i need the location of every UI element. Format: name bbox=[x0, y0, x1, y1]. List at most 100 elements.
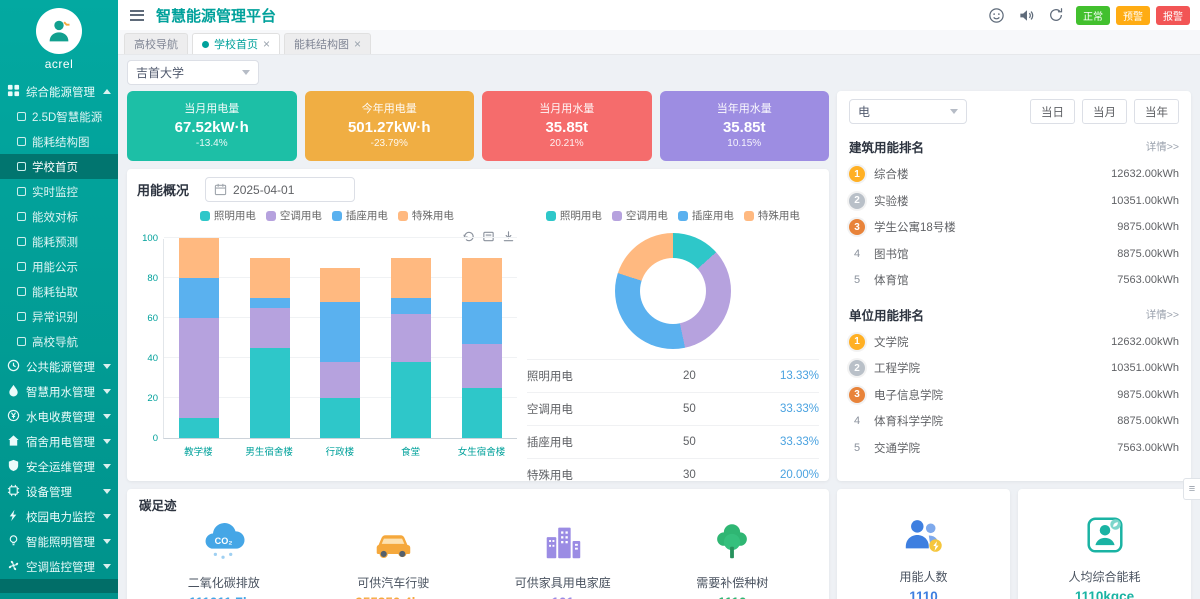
sidebar-item[interactable]: 用能公示 bbox=[0, 254, 118, 279]
rank-number: 4 bbox=[849, 415, 865, 427]
stacked-bar[interactable] bbox=[179, 238, 219, 438]
bar-segment bbox=[320, 268, 360, 302]
legend-item[interactable]: 插座用电 bbox=[678, 208, 734, 223]
sidebar-group-8[interactable]: 智能照明管理 bbox=[0, 529, 118, 554]
x-axis-labels: 教学楼男生宿舍楼行政楼食堂女生宿舍楼 bbox=[163, 439, 517, 458]
period-button[interactable]: 当月 bbox=[1082, 99, 1127, 124]
rank-row: 5体育馆7563.00kWh bbox=[849, 267, 1179, 294]
bar-segment bbox=[462, 344, 502, 388]
sidebar-item[interactable]: 能效对标 bbox=[0, 204, 118, 229]
breakdown-value: 20 bbox=[683, 370, 757, 382]
bar-segment bbox=[179, 238, 219, 278]
sidebar-group-7[interactable]: 校园电力监控 bbox=[0, 504, 118, 529]
stacked-bar[interactable] bbox=[320, 268, 360, 438]
rank-value: 12632.00kWh bbox=[1111, 168, 1179, 180]
sidebar-item[interactable]: 能耗预测 bbox=[0, 229, 118, 254]
status-pill[interactable]: 正常 bbox=[1076, 6, 1110, 25]
tab[interactable]: 能耗结构图× bbox=[284, 33, 371, 54]
shield-icon bbox=[7, 459, 20, 475]
energy-type-value: 电 bbox=[858, 103, 870, 120]
sidebar-more-item[interactable] bbox=[0, 579, 118, 593]
stacked-bar[interactable] bbox=[391, 258, 431, 438]
school-select[interactable]: 吉首大学 bbox=[127, 60, 259, 85]
school-select-value: 吉首大学 bbox=[136, 64, 184, 81]
donut-chart bbox=[615, 233, 731, 349]
svg-text:CO₂: CO₂ bbox=[214, 536, 232, 546]
sidebar-group-4[interactable]: 宿舍用电管理 bbox=[0, 429, 118, 454]
sidebar-item[interactable]: 学校首页 bbox=[0, 154, 118, 179]
sidebar-item[interactable]: 异常识别 bbox=[0, 304, 118, 329]
calendar-icon bbox=[214, 183, 227, 196]
per-capita-energy-card: 人均综合能耗1110kgce bbox=[1018, 489, 1191, 599]
energy-type-select[interactable]: 电 bbox=[849, 99, 967, 124]
sidebar-item[interactable]: 能耗结构图 bbox=[0, 129, 118, 154]
menu-collapse-icon[interactable] bbox=[128, 5, 146, 25]
bar-chart: 照明用电空调用电插座用电特殊用电 020406080100 教学楼男生宿舍楼行政… bbox=[137, 208, 517, 491]
sidebar-group-1[interactable]: 公共能源管理 bbox=[0, 354, 118, 379]
legend-item[interactable]: 照明用电 bbox=[546, 208, 602, 223]
logo-icon bbox=[36, 8, 82, 54]
user-face-icon[interactable] bbox=[986, 5, 1006, 25]
period-button[interactable]: 当日 bbox=[1030, 99, 1075, 124]
bar-segment bbox=[391, 314, 431, 362]
legend-item[interactable]: 空调用电 bbox=[612, 208, 668, 223]
person-badge-icon bbox=[1018, 512, 1191, 563]
yen-icon bbox=[7, 409, 20, 425]
speaker-icon[interactable] bbox=[1016, 5, 1036, 25]
main-content: 吉首大学 当月用电量67.52kW·h-13.4%今年用电量501.27kW·h… bbox=[118, 55, 1200, 599]
period-button[interactable]: 当年 bbox=[1134, 99, 1179, 124]
status-pill[interactable]: 报警 bbox=[1156, 6, 1190, 25]
date-picker[interactable]: 2025-04-01 bbox=[205, 177, 355, 202]
rank-value: 9875.00kWh bbox=[1117, 389, 1179, 401]
legend-item[interactable]: 特殊用电 bbox=[398, 208, 454, 223]
legend-item[interactable]: 空调用电 bbox=[266, 208, 322, 223]
breakdown-value: 30 bbox=[683, 469, 757, 481]
sidebar-group-9[interactable]: 空调监控管理 bbox=[0, 554, 118, 579]
rank-name: 工程学院 bbox=[874, 360, 920, 376]
medal-icon: 3 bbox=[849, 387, 865, 403]
rank-name: 综合楼 bbox=[874, 166, 909, 182]
breakdown-row: 插座用电5033.33% bbox=[527, 425, 819, 458]
sidebar-item[interactable]: 能耗钻取 bbox=[0, 279, 118, 304]
close-icon[interactable]: × bbox=[354, 38, 361, 50]
tab[interactable]: 学校首页× bbox=[192, 33, 280, 54]
sidebar-group-5[interactable]: 安全运维管理 bbox=[0, 454, 118, 479]
status-pill[interactable]: 预警 bbox=[1116, 6, 1150, 25]
sidebar-group-6[interactable]: 设备管理 bbox=[0, 479, 118, 504]
y-tick-label: 60 bbox=[147, 313, 158, 324]
medal-icon: 2 bbox=[849, 360, 865, 376]
home-icon bbox=[7, 434, 20, 450]
submenu-icon bbox=[17, 337, 26, 346]
sidebar-item[interactable]: 高校导航 bbox=[0, 329, 118, 354]
legend-item[interactable]: 特殊用电 bbox=[744, 208, 800, 223]
sidebar-group-0[interactable]: 综合能源管理 bbox=[0, 79, 118, 104]
legend-item[interactable]: 照明用电 bbox=[200, 208, 256, 223]
stacked-bar[interactable] bbox=[250, 258, 290, 438]
rank-name: 交通学院 bbox=[874, 440, 920, 456]
carbon-title: 碳足迹 bbox=[139, 495, 817, 514]
tab[interactable]: 高校导航 bbox=[124, 33, 188, 54]
carbon-items: CO₂二氧化碳排放111011.7kg可供汽车行驶955350.4km可供家具用… bbox=[139, 518, 817, 599]
sidebar-group-3[interactable]: 水电收费管理 bbox=[0, 404, 118, 429]
energy-breakdown-table: 照明用电2013.33%空调用电5033.33%插座用电5033.33%特殊用电… bbox=[527, 359, 819, 491]
bar-segment bbox=[179, 278, 219, 318]
refresh-icon[interactable] bbox=[1046, 5, 1066, 25]
sidebar-group-2[interactable]: 智慧用水管理 bbox=[0, 379, 118, 404]
chevron-down-icon bbox=[103, 539, 111, 544]
details-link[interactable]: 详情>> bbox=[1146, 307, 1179, 322]
logo: acrel bbox=[0, 0, 118, 71]
quick-panel-toggle[interactable]: ≡ bbox=[1183, 478, 1200, 500]
sidebar-item[interactable]: 实时监控 bbox=[0, 179, 118, 204]
y-tick-label: 80 bbox=[147, 273, 158, 284]
sidebar-item[interactable]: 2.5D智慧能源 bbox=[0, 104, 118, 129]
legend-item[interactable]: 插座用电 bbox=[332, 208, 388, 223]
bolt-icon bbox=[7, 509, 20, 525]
rank-number: 5 bbox=[849, 442, 865, 454]
rank-number: 5 bbox=[849, 274, 865, 286]
energy-overview-panel: 用能概况 2025-04-01 照明用电空调用电插座用电特殊用电 bbox=[127, 169, 829, 481]
details-link[interactable]: 详情>> bbox=[1146, 139, 1179, 154]
breakdown-name: 特殊用电 bbox=[527, 467, 683, 483]
close-icon[interactable]: × bbox=[263, 38, 270, 50]
stacked-bar[interactable] bbox=[462, 258, 502, 438]
x-category-label: 行政楼 bbox=[305, 439, 376, 458]
